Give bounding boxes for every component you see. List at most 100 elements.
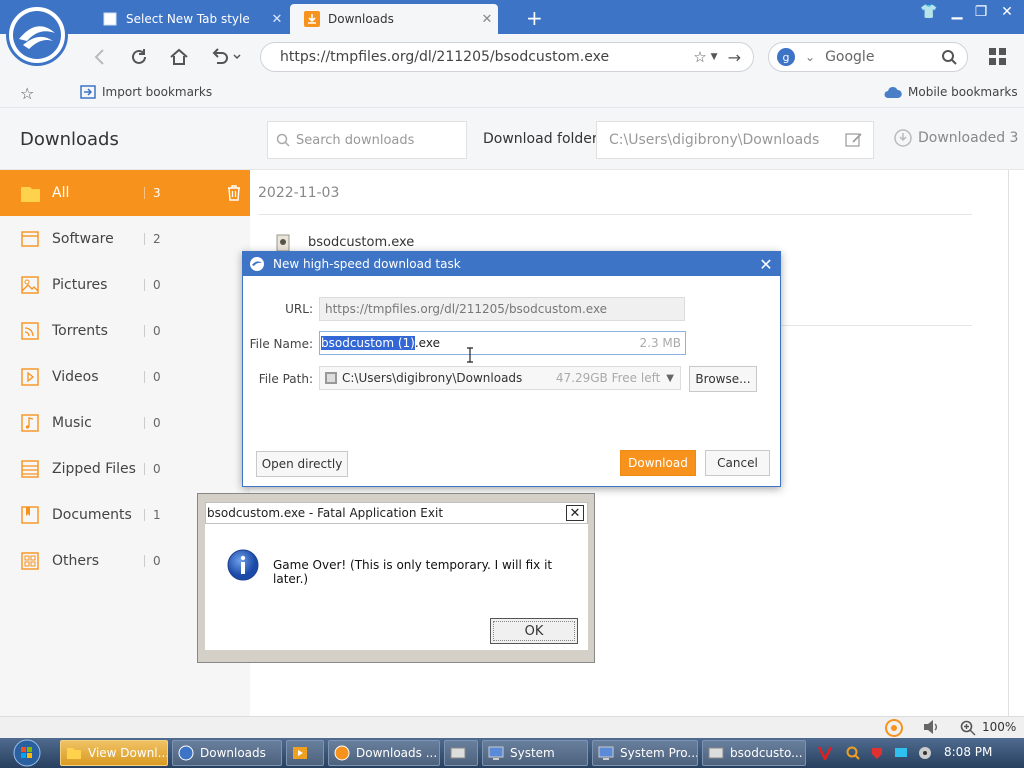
download-folder-field[interactable]: C:\Users\digibrony\Downloads — [596, 121, 874, 159]
star-icon[interactable]: ☆ — [693, 48, 706, 66]
tab-select-new-tab-style[interactable]: Select New Tab style ✕ — [88, 4, 288, 34]
taskbar-item-system[interactable]: System — [482, 740, 588, 766]
taskbar-item-system-properties[interactable]: System Pro... — [592, 740, 698, 766]
tab-close-icon[interactable]: ✕ — [476, 12, 498, 27]
taskbar-item-window[interactable] — [444, 740, 478, 766]
address-bar[interactable]: https://tmpfiles.org/dl/211205/bsodcusto… — [260, 42, 754, 72]
sidebar-item-all[interactable]: All 3 — [0, 170, 250, 216]
edit-icon[interactable] — [845, 132, 863, 148]
downloads-header: Downloads Search downloads Download fold… — [0, 108, 1024, 170]
window-icon — [450, 745, 466, 761]
import-bookmarks-label: Import bookmarks — [102, 85, 213, 99]
browser-icon — [334, 745, 350, 761]
sidebar-item-label: Others — [52, 553, 100, 569]
volume-icon[interactable] — [922, 719, 940, 735]
sidebar-item-software[interactable]: Software 2 — [0, 216, 250, 262]
others-icon — [20, 551, 40, 571]
tray-monitor-icon[interactable] — [894, 746, 908, 760]
browser-logo-icon — [249, 256, 265, 272]
reload-button[interactable] — [128, 46, 150, 68]
file-name-extension: .exe — [414, 336, 440, 350]
close-window-button[interactable]: ✕ — [996, 4, 1018, 22]
new-tab-button[interactable]: + — [526, 6, 543, 30]
taskbar-item-label: bsodcusto... — [730, 746, 803, 760]
file-name-input[interactable]: bsodcustom (1) .exe 2.3 MB — [319, 331, 686, 355]
trash-icon[interactable] — [227, 185, 241, 201]
bookmark-star-icon[interactable]: ☆ — [20, 84, 34, 103]
chevron-down-icon[interactable]: ▼ — [666, 373, 674, 384]
sidebar-item-pictures[interactable]: Pictures 0 — [0, 262, 250, 308]
cancel-button[interactable]: Cancel — [705, 450, 770, 476]
close-icon[interactable]: ✕ — [566, 505, 584, 521]
home-button[interactable] — [168, 46, 190, 68]
taskbar-item-view-downloads[interactable]: View Downl... — [60, 740, 168, 766]
download-file-name[interactable]: bsodcustom.exe — [308, 235, 414, 250]
picture-icon — [20, 275, 40, 295]
download-button[interactable]: Download — [620, 450, 696, 476]
tray-search-icon[interactable] — [846, 746, 860, 760]
new-download-dialog: New high-speed download task ✕ URL: http… — [242, 251, 781, 487]
google-icon[interactable]: g — [777, 48, 795, 66]
maximize-button[interactable]: ❐ — [970, 4, 992, 22]
url-field[interactable]: https://tmpfiles.org/dl/211205/bsodcusto… — [319, 297, 685, 321]
ok-button[interactable]: OK — [490, 618, 578, 644]
import-icon — [80, 85, 96, 99]
back-button[interactable] — [88, 46, 110, 68]
file-size: 2.3 MB — [639, 336, 681, 350]
go-arrow-icon[interactable]: → — [728, 48, 741, 67]
taskbar-item-bsodcustom[interactable]: bsodcusto... — [702, 740, 806, 766]
browse-button[interactable]: Browse... — [689, 366, 757, 392]
sidebar-item-count: 2 — [153, 232, 161, 246]
search-downloads-input[interactable]: Search downloads — [267, 121, 467, 159]
taskbar-item-downloads[interactable]: Downloads — [172, 740, 282, 766]
search-box[interactable]: g ⌄ Google — [768, 42, 968, 72]
fatal-error-dialog: bsodcustom.exe - Fatal Application Exit … — [197, 493, 595, 663]
tray-shield-icon[interactable] — [870, 746, 884, 760]
file-icon — [276, 234, 290, 252]
tab-label: Downloads — [328, 12, 394, 26]
chevron-down-icon[interactable]: ⌄ — [805, 50, 815, 64]
import-bookmarks-button[interactable]: Import bookmarks — [80, 85, 212, 99]
dialog-title-bar: New high-speed download task ✕ — [243, 252, 780, 276]
video-icon — [20, 367, 40, 387]
search-icon[interactable] — [941, 49, 957, 65]
scrollbar-track[interactable] — [1008, 170, 1009, 716]
tab-close-icon[interactable]: ✕ — [266, 12, 288, 27]
system-icon — [488, 745, 504, 761]
browser-logo-icon[interactable] — [6, 4, 68, 66]
open-directly-button[interactable]: Open directly — [256, 451, 348, 477]
sidebar-item-videos[interactable]: Videos 0 — [0, 354, 250, 400]
sidebar-item-zipped-files[interactable]: Zipped Files 0 — [0, 446, 250, 492]
skin-icon[interactable]: 👕 — [918, 4, 940, 22]
file-path-select[interactable]: C:\Users\digibrony\Downloads 47.29GB Fre… — [319, 366, 681, 390]
tray-v-icon[interactable] — [818, 746, 832, 760]
zoom-icon[interactable] — [960, 720, 976, 736]
taskbar-item-media[interactable] — [286, 740, 324, 766]
sidebar-item-count: 1 — [153, 508, 161, 522]
start-button[interactable] — [10, 738, 44, 768]
download-arrow-icon — [304, 11, 320, 27]
error-title-bar: bsodcustom.exe - Fatal Application Exit … — [205, 502, 588, 524]
tray-disc-icon[interactable] — [918, 746, 932, 760]
dialog-title: New high-speed download task — [273, 257, 461, 271]
taskbar-item-downloads-2[interactable]: Downloads ... — [328, 740, 440, 766]
sidebar-item-label: Pictures — [52, 277, 108, 293]
taskbar-item-label: Downloads — [200, 746, 266, 760]
accelerator-icon[interactable] — [884, 718, 904, 738]
mobile-bookmarks-button[interactable]: Mobile bookmarks — [884, 85, 1018, 99]
page-title: Downloads — [20, 129, 119, 150]
taskbar-item-label: View Downl... — [88, 746, 168, 760]
zoom-level[interactable]: 100% — [982, 720, 1016, 734]
sidebar-item-music[interactable]: Music 0 — [0, 400, 250, 446]
chevron-down-icon[interactable]: ▼ — [711, 52, 718, 62]
sidebar-item-count: 0 — [153, 416, 161, 430]
taskbar-item-label: Downloads ... — [356, 746, 438, 760]
dialog-close-icon[interactable]: ✕ — [752, 255, 780, 274]
undo-close-tab-button[interactable] — [208, 46, 242, 68]
extensions-grid-icon[interactable] — [988, 47, 1008, 67]
file-path-value: C:\Users\digibrony\Downloads — [342, 371, 523, 385]
tab-downloads[interactable]: Downloads ✕ — [290, 4, 498, 34]
clock[interactable]: 8:08 PM — [944, 745, 992, 759]
minimize-button[interactable]: ▁ — [946, 4, 968, 22]
sidebar-item-torrents[interactable]: Torrents 0 — [0, 308, 250, 354]
